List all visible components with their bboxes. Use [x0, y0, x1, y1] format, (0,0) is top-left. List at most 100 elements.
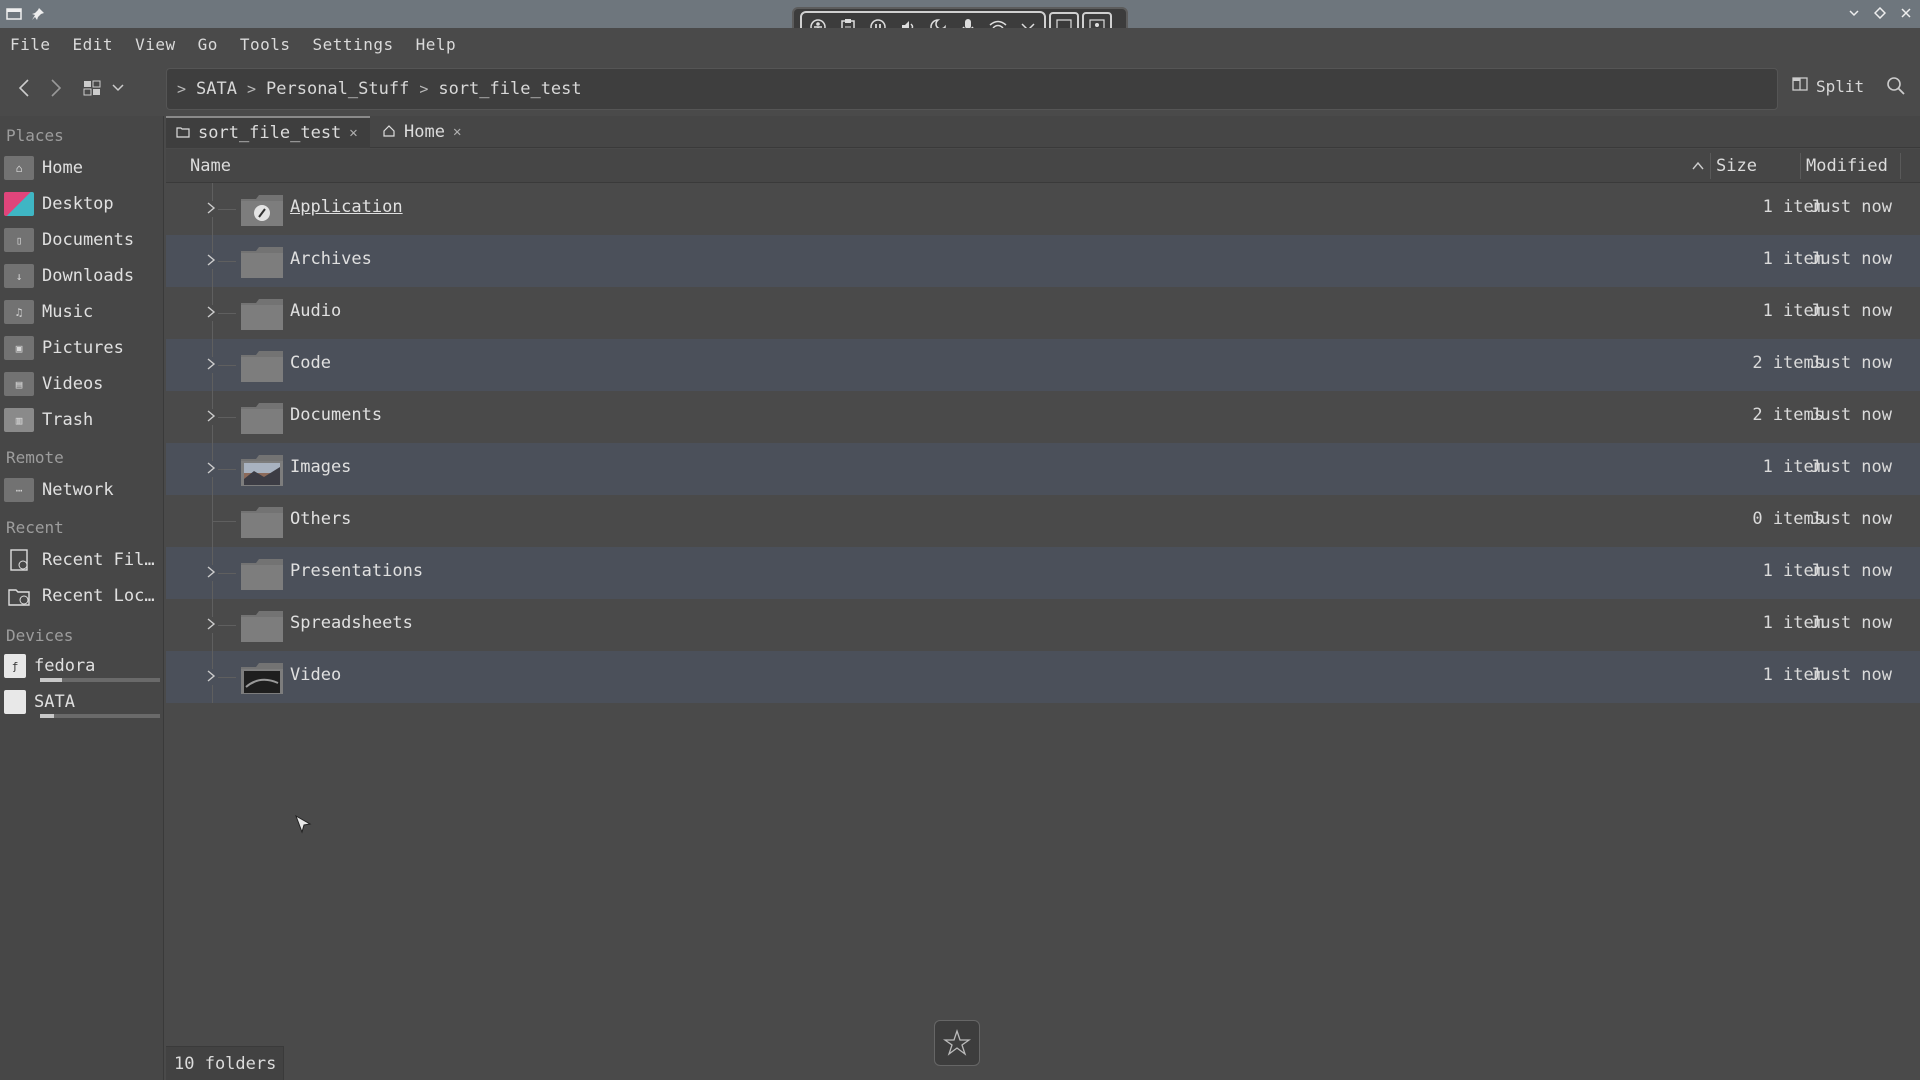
expand-chevron-icon[interactable]: [206, 565, 218, 581]
folder-icon: [240, 401, 284, 435]
application-folder-icon: [240, 193, 284, 227]
expand-chevron-icon[interactable]: [206, 461, 218, 477]
table-row[interactable]: Spreadsheets 1 item Just now: [166, 599, 1920, 651]
tab-home[interactable]: Home ✕: [372, 116, 472, 148]
sidebar-item-videos[interactable]: ▤ Videos: [4, 368, 160, 400]
column-modified-header[interactable]: Modified: [1806, 149, 1888, 183]
file-modified: Just now: [1810, 197, 1892, 217]
table-row[interactable]: Application 1 item Just now: [166, 183, 1920, 235]
file-name[interactable]: Images: [290, 457, 351, 477]
sidebar-item-network[interactable]: ⋯ Network: [4, 474, 160, 506]
expand-chevron-icon[interactable]: [206, 409, 218, 425]
table-row[interactable]: Documents 2 items Just now: [166, 391, 1920, 443]
breadcrumb-item-personal-stuff[interactable]: Personal_Stuff: [266, 79, 409, 99]
sidebar-item-trash[interactable]: ▥ Trash: [4, 404, 160, 436]
drive-icon: [4, 690, 26, 714]
menu-settings[interactable]: Settings: [313, 35, 394, 54]
table-row[interactable]: Audio 1 item Just now: [166, 287, 1920, 339]
split-button[interactable]: Split: [1792, 76, 1864, 96]
sidebar-section-devices: Devices: [6, 626, 74, 645]
table-row[interactable]: Presentations 1 item Just now: [166, 547, 1920, 599]
table-row[interactable]: Images 1 item Just now: [166, 443, 1920, 495]
file-name[interactable]: Archives: [290, 249, 372, 269]
menu-go[interactable]: Go: [198, 35, 218, 54]
expand-chevron-icon[interactable]: [206, 669, 218, 685]
search-icon[interactable]: [1886, 76, 1910, 100]
column-separator[interactable]: [1900, 153, 1901, 179]
file-name[interactable]: Video: [290, 665, 341, 685]
sidebar-section-remote: Remote: [6, 448, 64, 467]
toolbar: > SATA > Personal_Stuff > sort_file_test…: [0, 64, 1920, 112]
sidebar-item-label: Videos: [42, 374, 104, 394]
breadcrumb-root-chevron-icon[interactable]: >: [177, 80, 186, 98]
expand-chevron-icon[interactable]: [206, 253, 218, 269]
menu-help[interactable]: Help: [416, 35, 457, 54]
table-row[interactable]: Archives 1 item Just now: [166, 235, 1920, 287]
column-separator[interactable]: [1710, 153, 1711, 179]
network-folder-icon: ⋯: [4, 478, 34, 502]
column-size-header[interactable]: Size: [1716, 149, 1757, 183]
expand-chevron-icon[interactable]: [206, 357, 218, 373]
sidebar-item-documents[interactable]: ▯ Documents: [4, 224, 160, 256]
maximize-icon[interactable]: [1872, 5, 1888, 21]
sidebar-item-pictures[interactable]: ▣ Pictures: [4, 332, 160, 364]
expand-chevron-icon[interactable]: [206, 305, 218, 321]
sidebar-item-label: Recent Loc…: [42, 586, 155, 606]
file-name[interactable]: Documents: [290, 405, 382, 425]
file-name[interactable]: Code: [290, 353, 331, 373]
file-name[interactable]: Presentations: [290, 561, 423, 581]
back-icon[interactable]: [12, 76, 36, 100]
application-launcher-icon[interactable]: [934, 1020, 980, 1066]
trash-icon: ▥: [4, 408, 34, 432]
view-mode-icon[interactable]: [80, 76, 104, 100]
file-name[interactable]: Application: [290, 197, 403, 217]
file-name[interactable]: Audio: [290, 301, 341, 321]
sidebar-item-label: Network: [42, 480, 114, 500]
column-separator[interactable]: [1800, 153, 1801, 179]
breadcrumb-item-sort-file-test[interactable]: sort_file_test: [438, 79, 581, 99]
split-label: Split: [1816, 76, 1865, 96]
sidebar-item-music[interactable]: ♫ Music: [4, 296, 160, 328]
sidebar-item-recent-files[interactable]: Recent Fil…: [4, 544, 160, 576]
desktop-icon: [4, 192, 34, 216]
table-row[interactable]: Code 2 items Just now: [166, 339, 1920, 391]
file-name[interactable]: Others: [290, 509, 351, 529]
status-bar: 10 folders: [166, 1046, 284, 1080]
tab-close-icon[interactable]: ✕: [349, 125, 357, 141]
minimize-icon[interactable]: [1846, 5, 1862, 21]
menu-view[interactable]: View: [135, 35, 176, 54]
view-mode-dropdown-icon[interactable]: [106, 76, 130, 100]
folder-icon: [240, 557, 284, 591]
table-row[interactable]: Video 1 item Just now: [166, 651, 1920, 703]
sort-ascending-icon[interactable]: [1692, 149, 1704, 183]
breadcrumb-item-sata[interactable]: SATA: [196, 79, 237, 99]
sidebar-item-label: fedora: [34, 656, 96, 676]
close-icon[interactable]: [1898, 5, 1914, 21]
sidebar-item-label: Home: [42, 158, 83, 178]
tab-close-icon[interactable]: ✕: [453, 124, 461, 140]
places-sidebar: Places ⌂ Home Desktop ▯ Documents ↓ Down…: [0, 116, 164, 1080]
mouse-cursor-icon: [294, 814, 316, 836]
menu-file[interactable]: File: [10, 35, 51, 54]
drive-icon: ƒ: [4, 654, 26, 678]
breadcrumb[interactable]: > SATA > Personal_Stuff > sort_file_test: [166, 68, 1778, 110]
file-modified: Just now: [1810, 249, 1892, 269]
sidebar-item-home[interactable]: ⌂ Home: [4, 152, 160, 184]
sidebar-item-recent-locations[interactable]: Recent Loc…: [4, 580, 160, 612]
tab-sort-file-test[interactable]: sort_file_test ✕: [166, 116, 370, 148]
sidebar-item-downloads[interactable]: ↓ Downloads: [4, 260, 160, 292]
column-name-header[interactable]: Name: [190, 149, 231, 183]
table-row[interactable]: Others 0 items Just now: [166, 495, 1920, 547]
menu-tools[interactable]: Tools: [240, 35, 291, 54]
forward-icon[interactable]: [44, 76, 68, 100]
expand-chevron-icon[interactable]: [206, 201, 218, 217]
image-thumbnail-folder-icon: [240, 453, 284, 487]
sidebar-item-desktop[interactable]: Desktop: [4, 188, 160, 220]
expand-chevron-icon[interactable]: [206, 617, 218, 633]
menu-edit[interactable]: Edit: [73, 35, 114, 54]
pin-icon[interactable]: [30, 6, 46, 22]
sidebar-item-label: Trash: [42, 410, 94, 430]
file-modified: Just now: [1810, 405, 1892, 425]
breadcrumb-chevron-icon: >: [419, 80, 429, 98]
file-name[interactable]: Spreadsheets: [290, 613, 413, 633]
